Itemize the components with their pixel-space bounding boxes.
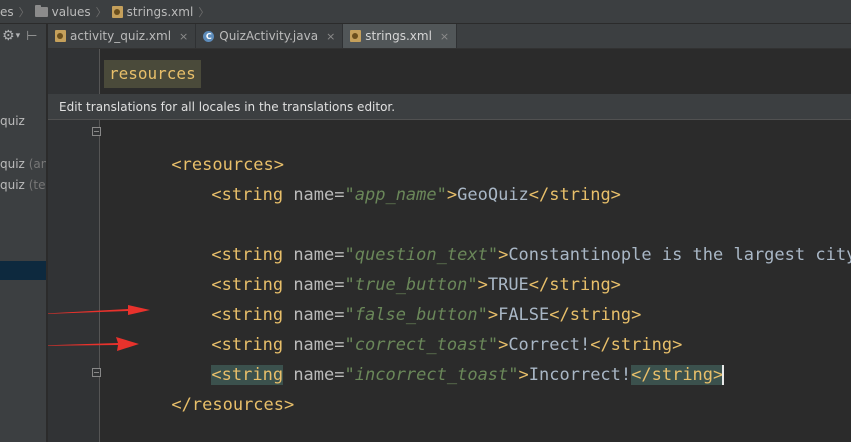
tree-item-suffix: (an: [28, 157, 47, 171]
project-tree-item[interactable]: quiz (tes: [0, 178, 46, 192]
fold-icon[interactable]: [92, 368, 101, 377]
tree-item-label: quiz: [0, 157, 25, 171]
text-cursor: [722, 365, 725, 385]
project-tree-item[interactable]: quiz: [0, 114, 25, 128]
gear-icon[interactable]: ⚙: [2, 28, 15, 44]
breadcrumb-item-strings-xml[interactable]: strings.xml 〉: [111, 4, 215, 20]
collapse-icon[interactable]: ⊢: [26, 29, 37, 44]
quote: ": [344, 365, 355, 385]
breadcrumb-item-res[interactable]: es 〉: [0, 4, 35, 20]
xml-tag: </resources>: [171, 395, 295, 415]
breadcrumb-item-values[interactable]: values 〉: [34, 4, 112, 20]
chevron-right-icon: 〉: [18, 5, 30, 19]
close-icon[interactable]: ×: [440, 30, 449, 43]
breadcrumb-label: values: [51, 4, 91, 19]
attribute-value: incorrect_toast: [354, 365, 509, 385]
xml-tag: </string>: [528, 185, 621, 205]
xml-tag-matched: </string>: [631, 365, 724, 385]
project-tree-item[interactable]: quiz (an: [0, 157, 47, 171]
code-line: <string name="question_text">Constantino…: [150, 210, 851, 265]
quote: ": [436, 185, 447, 205]
xml-tag: >: [518, 365, 529, 385]
close-icon[interactable]: ×: [326, 30, 335, 43]
project-panel: ⚙ ▾ ⊢ quiz quiz (an quiz (tes: [0, 24, 47, 442]
tree-item-label: quiz: [0, 178, 25, 192]
tab-label: strings.xml: [365, 29, 432, 43]
tree-item-label: quiz: [0, 114, 25, 128]
attribute-value: app_name: [354, 185, 437, 205]
translations-editor-banner[interactable]: Edit translations for all locales in the…: [48, 94, 851, 120]
xml-tag: <string: [211, 185, 284, 205]
quote: ": [508, 365, 519, 385]
breadcrumb: es 〉 values 〉 strings.xml 〉: [0, 0, 851, 24]
xml-file-icon: [55, 30, 66, 42]
code-area[interactable]: <resources> <string name="app_name">GeoQ…: [48, 120, 851, 440]
xml-tag: >: [446, 185, 458, 205]
tab-label: activity_quiz.xml: [70, 29, 172, 43]
folder-icon: [34, 4, 48, 17]
chevron-down-icon[interactable]: ▾: [16, 31, 21, 41]
tab-quizactivity-java[interactable]: C QuizActivity.java ×: [196, 24, 344, 48]
code-editor[interactable]: resources Edit translations for all loca…: [48, 49, 851, 442]
annotation-arrow-icon: [48, 305, 150, 315]
code-line: <string name="true_button">TRUE</string>: [150, 240, 621, 295]
chevron-right-icon: 〉: [198, 5, 210, 19]
xml-file-icon: [111, 5, 123, 18]
breadcrumb-label: es: [0, 4, 14, 19]
code-line: </resources>: [110, 360, 294, 415]
code-line-current: <string name="incorrect_toast">Incorrect…: [150, 330, 725, 385]
annotation-arrow-icon: [48, 337, 139, 351]
project-panel-toolbar: ⚙ ▾ ⊢: [0, 24, 46, 48]
sticky-tag-header[interactable]: resources: [104, 60, 201, 88]
tab-label: QuizActivity.java: [219, 29, 319, 43]
string-value: Incorrect!: [528, 365, 632, 385]
editor-tabs: activity_quiz.xml × C QuizActivity.java …: [48, 24, 851, 49]
tab-strings-xml[interactable]: strings.xml ×: [343, 24, 458, 48]
tab-activity-quiz-xml[interactable]: activity_quiz.xml ×: [48, 24, 197, 48]
code-line: <string name="false_button">FALSE</strin…: [150, 270, 641, 325]
quote: ": [344, 185, 355, 205]
xml-file-icon: [350, 30, 362, 42]
fold-icon[interactable]: [92, 127, 101, 136]
code-line: <string name="correct_toast">Correct!</s…: [150, 300, 682, 355]
code-line: <string name="app_name">GeoQuiz</string>: [150, 150, 621, 205]
code-line: <resources>: [110, 120, 284, 175]
tree-item-suffix: (tes: [28, 178, 46, 192]
class-icon: C: [203, 30, 215, 42]
breadcrumb-label: strings.xml: [126, 4, 194, 19]
xml-attribute: name=: [283, 185, 345, 205]
close-icon[interactable]: ×: [179, 30, 188, 43]
string-value: GeoQuiz: [457, 185, 529, 205]
selected-tree-row[interactable]: [0, 261, 46, 280]
chevron-right-icon: 〉: [95, 5, 107, 19]
